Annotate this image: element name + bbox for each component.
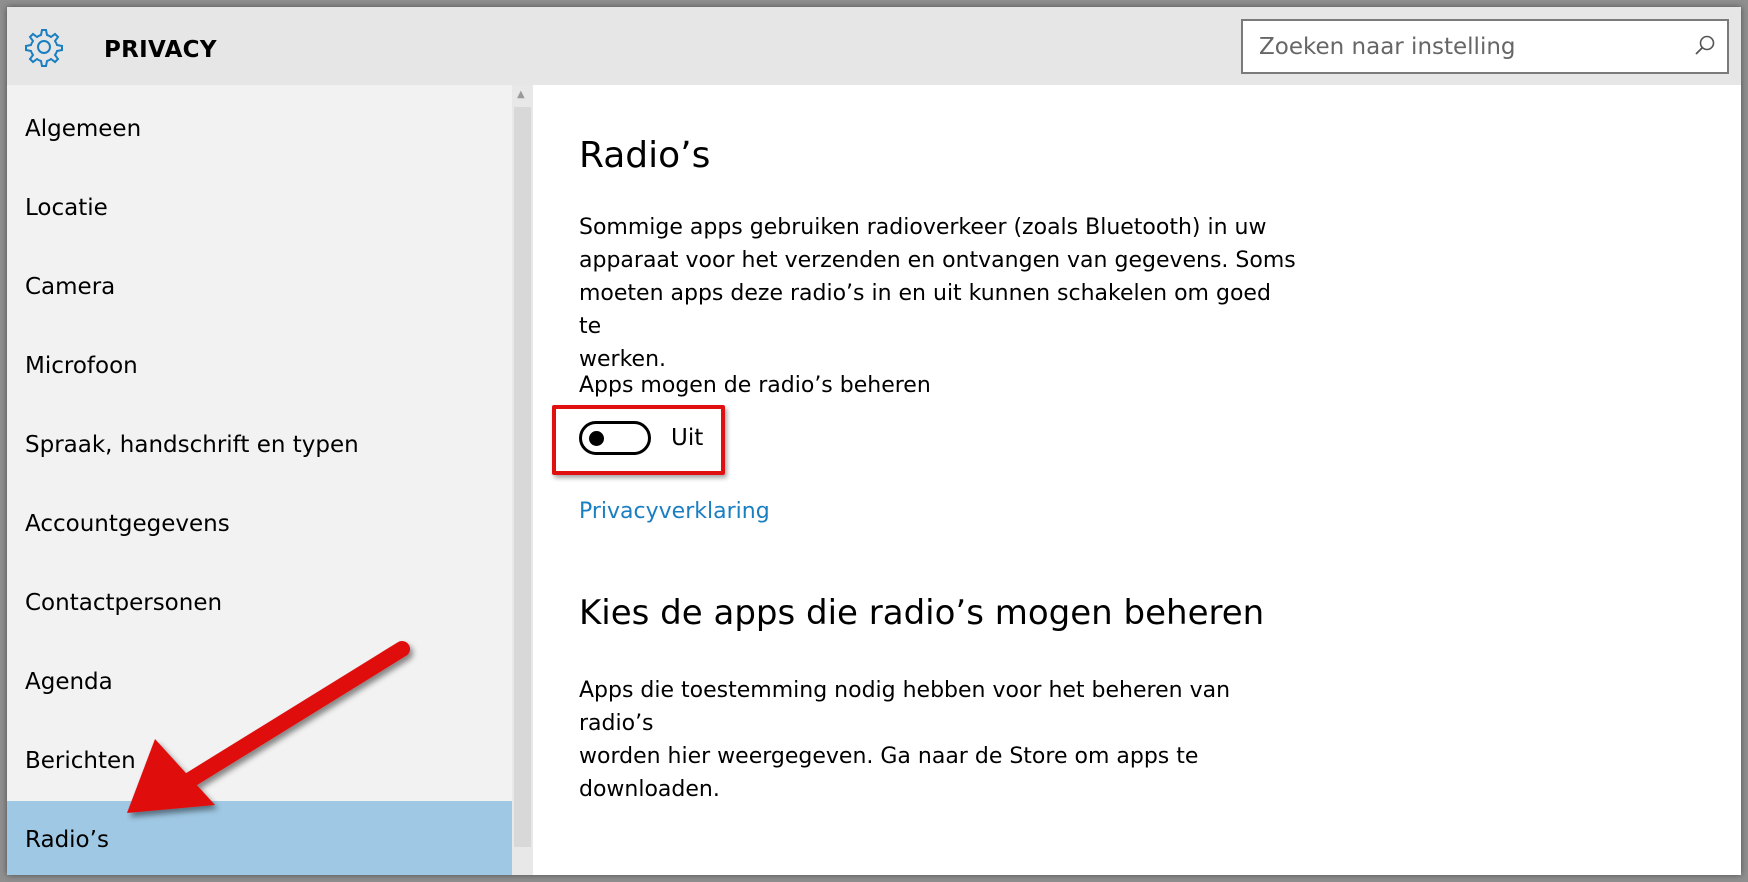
section-description: Apps die toestemming nodig hebben voor h…	[579, 674, 1299, 806]
gear-icon	[25, 29, 63, 67]
settings-window: PRIVACY Algemeen Locatie Camera Microfoo…	[7, 7, 1741, 875]
scroll-up-icon[interactable]: ▲	[517, 89, 525, 100]
sidebar-item-camera[interactable]: Camera	[7, 248, 512, 327]
section-line: downloaden.	[579, 777, 720, 802]
sidebar-item-algemeen[interactable]: Algemeen	[7, 90, 512, 169]
annotation-arrow-icon	[127, 641, 410, 813]
sidebar-item-locatie[interactable]: Locatie	[7, 169, 512, 248]
sidebar-item-accountgegevens[interactable]: Accountgegevens	[7, 485, 512, 564]
sidebar-item-microfoon[interactable]: Microfoon	[7, 327, 512, 406]
description-line: Sommige apps gebruiken radioverkeer (zoa…	[579, 215, 1267, 240]
description-line: apparaat voor het verzenden en ontvangen…	[579, 248, 1296, 273]
description-line: moeten apps deze radio’s in en uit kunne…	[579, 281, 1271, 339]
section-heading: Kies de apps die radio’s mogen beheren	[579, 593, 1265, 633]
annotation-highlight-box	[552, 405, 725, 475]
scroll-thumb[interactable]	[514, 107, 531, 847]
search-icon[interactable]	[1693, 34, 1717, 58]
privacy-statement-link[interactable]: Privacyverklaring	[579, 499, 770, 524]
header-bar: PRIVACY	[7, 7, 1741, 85]
section-line: worden hier weergegeven. Ga naar de Stor…	[579, 744, 1199, 769]
description-line: werken.	[579, 347, 667, 372]
search-input[interactable]	[1259, 21, 1679, 72]
description: Sommige apps gebruiken radioverkeer (zoa…	[579, 211, 1299, 376]
sidebar-item-spraak[interactable]: Spraak, handschrift en typen	[7, 406, 512, 485]
page-title: PRIVACY	[104, 37, 217, 63]
search-box[interactable]	[1241, 19, 1729, 74]
toggle-label: Apps mogen de radio’s beheren	[579, 373, 931, 398]
page-heading: Radio’s	[579, 135, 711, 176]
section-line: Apps die toestemming nodig hebben voor h…	[579, 678, 1231, 736]
sidebar-scrollbar[interactable]: ▲	[512, 85, 533, 875]
main-content: Radio’s Sommige apps gebruiken radioverk…	[533, 85, 1741, 875]
